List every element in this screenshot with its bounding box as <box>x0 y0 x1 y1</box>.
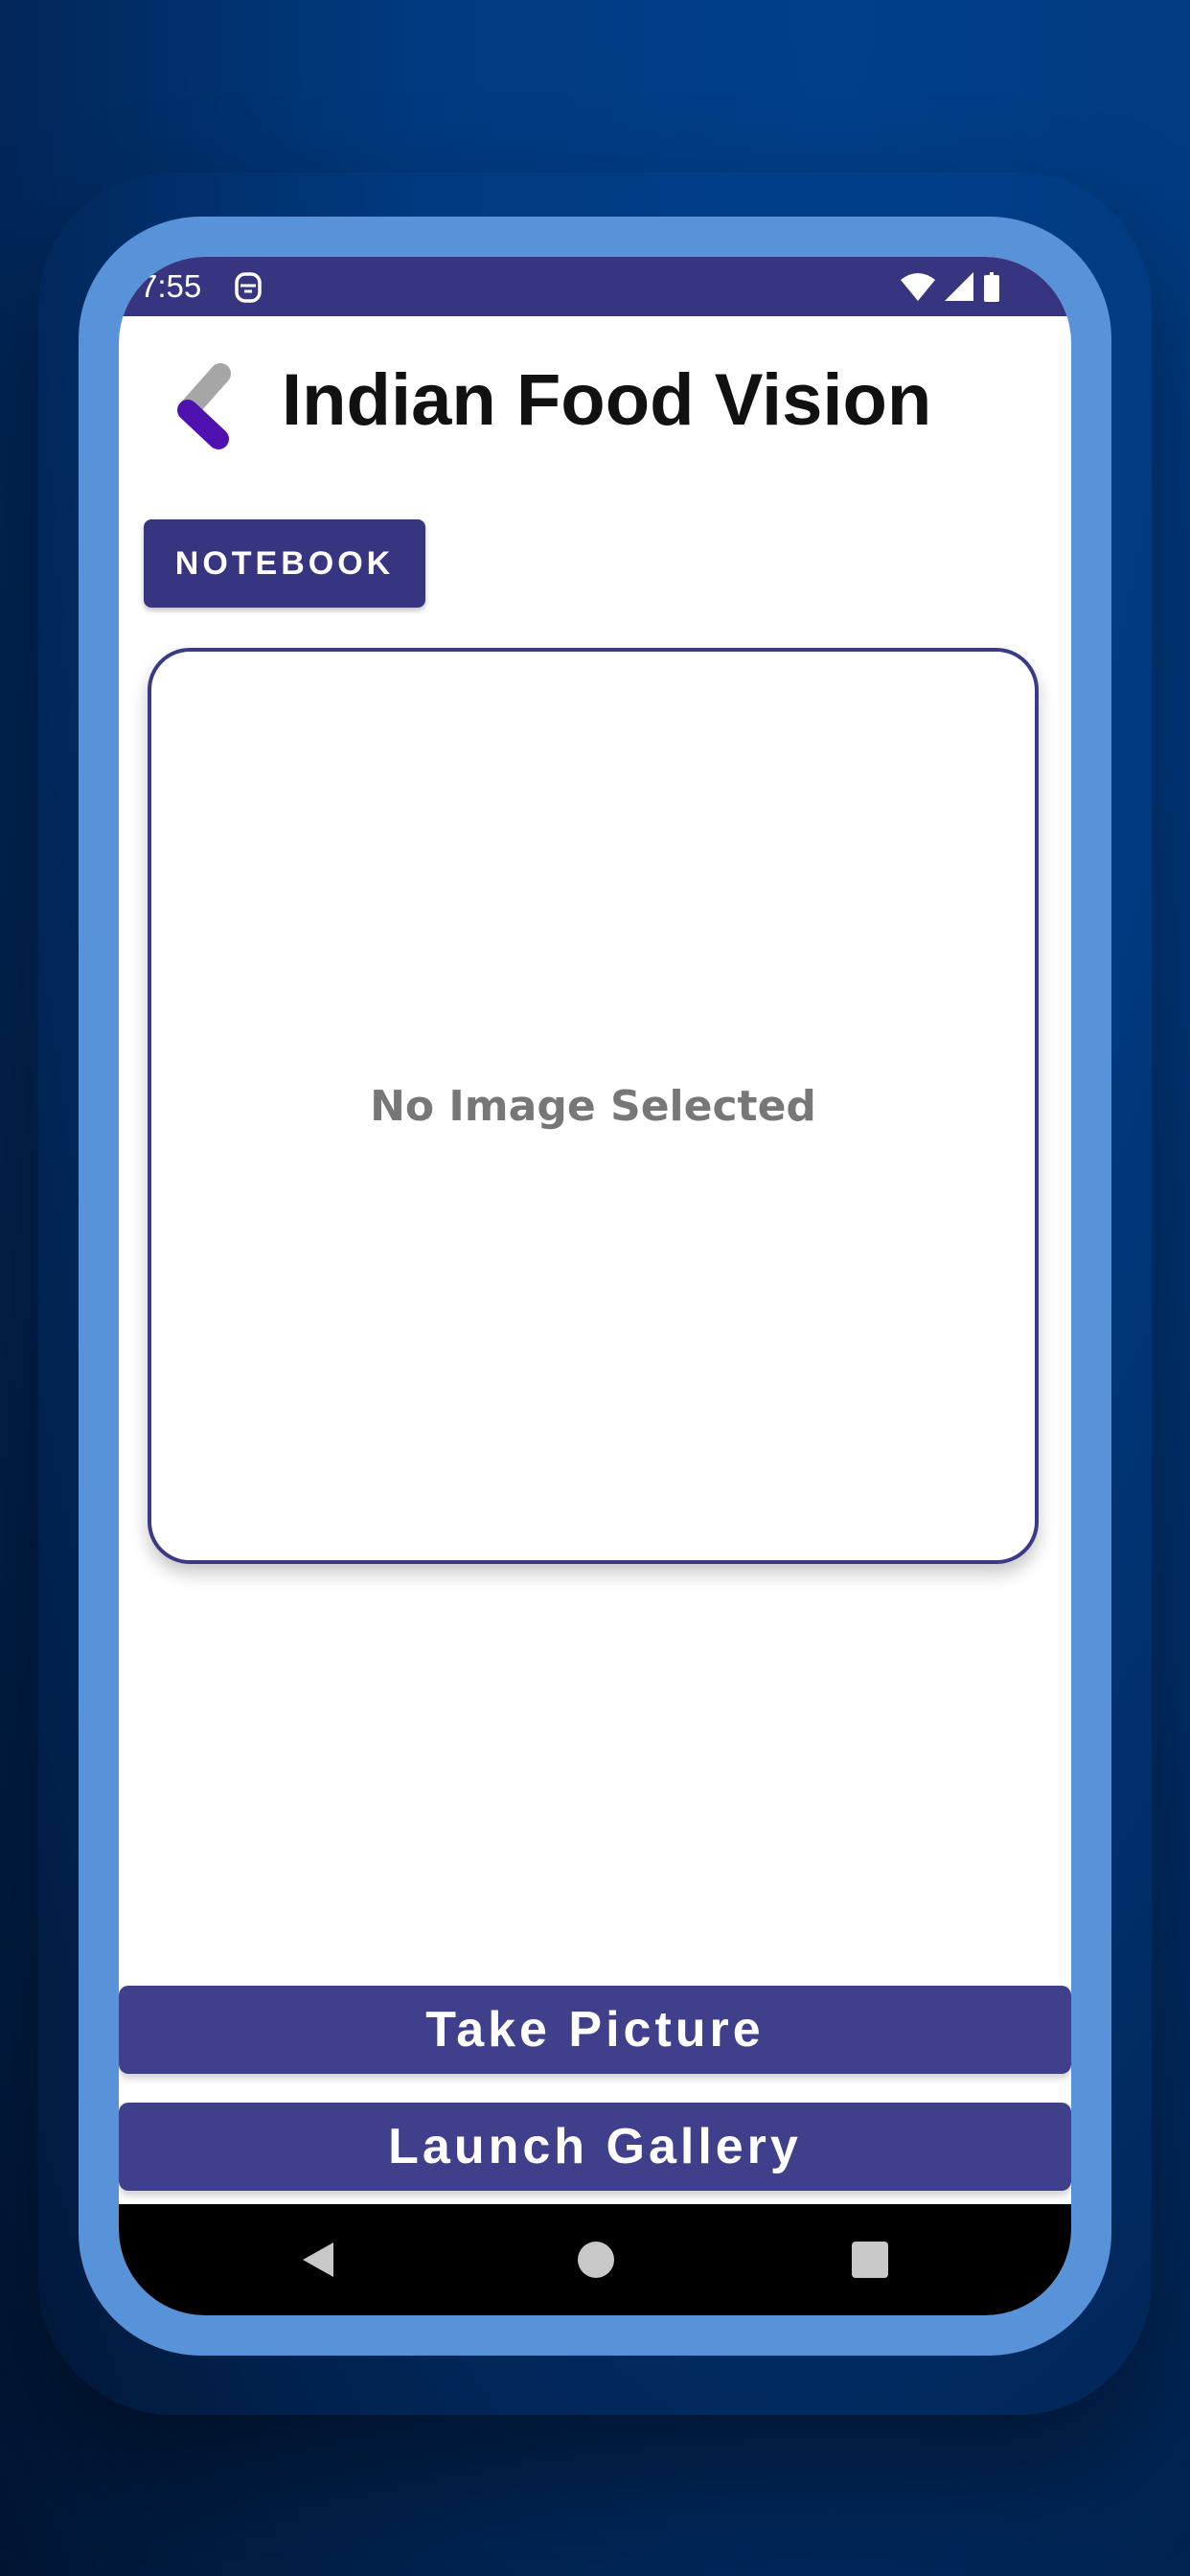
back-icon[interactable] <box>299 2241 337 2279</box>
app-title: Indian Food Vision <box>282 359 932 441</box>
image-preview-card: No Image Selected <box>148 648 1039 1564</box>
notebook-button[interactable]: NOTEBOOK <box>144 519 425 608</box>
status-icons <box>901 272 999 302</box>
launch-gallery-button[interactable]: Launch Gallery <box>119 2103 1071 2191</box>
no-image-placeholder: No Image Selected <box>370 1081 816 1131</box>
signal-icon <box>945 272 973 301</box>
phone-screen: 7:55 Indian Food Vision NOTEBOOK No Imag… <box>119 257 1071 2315</box>
status-time: 7:55 <box>140 268 202 304</box>
recents-icon[interactable] <box>851 2241 889 2279</box>
app-logo-icon <box>177 363 231 449</box>
home-icon[interactable] <box>577 2241 615 2279</box>
take-picture-button[interactable]: Take Picture <box>119 1986 1071 2074</box>
app-header: Indian Food Vision <box>119 316 1071 479</box>
battery-icon <box>984 272 999 302</box>
wifi-icon <box>901 273 935 301</box>
navigation-bar <box>119 2204 1071 2315</box>
status-bar: 7:55 <box>119 257 1071 316</box>
sim-card-icon <box>235 272 262 303</box>
